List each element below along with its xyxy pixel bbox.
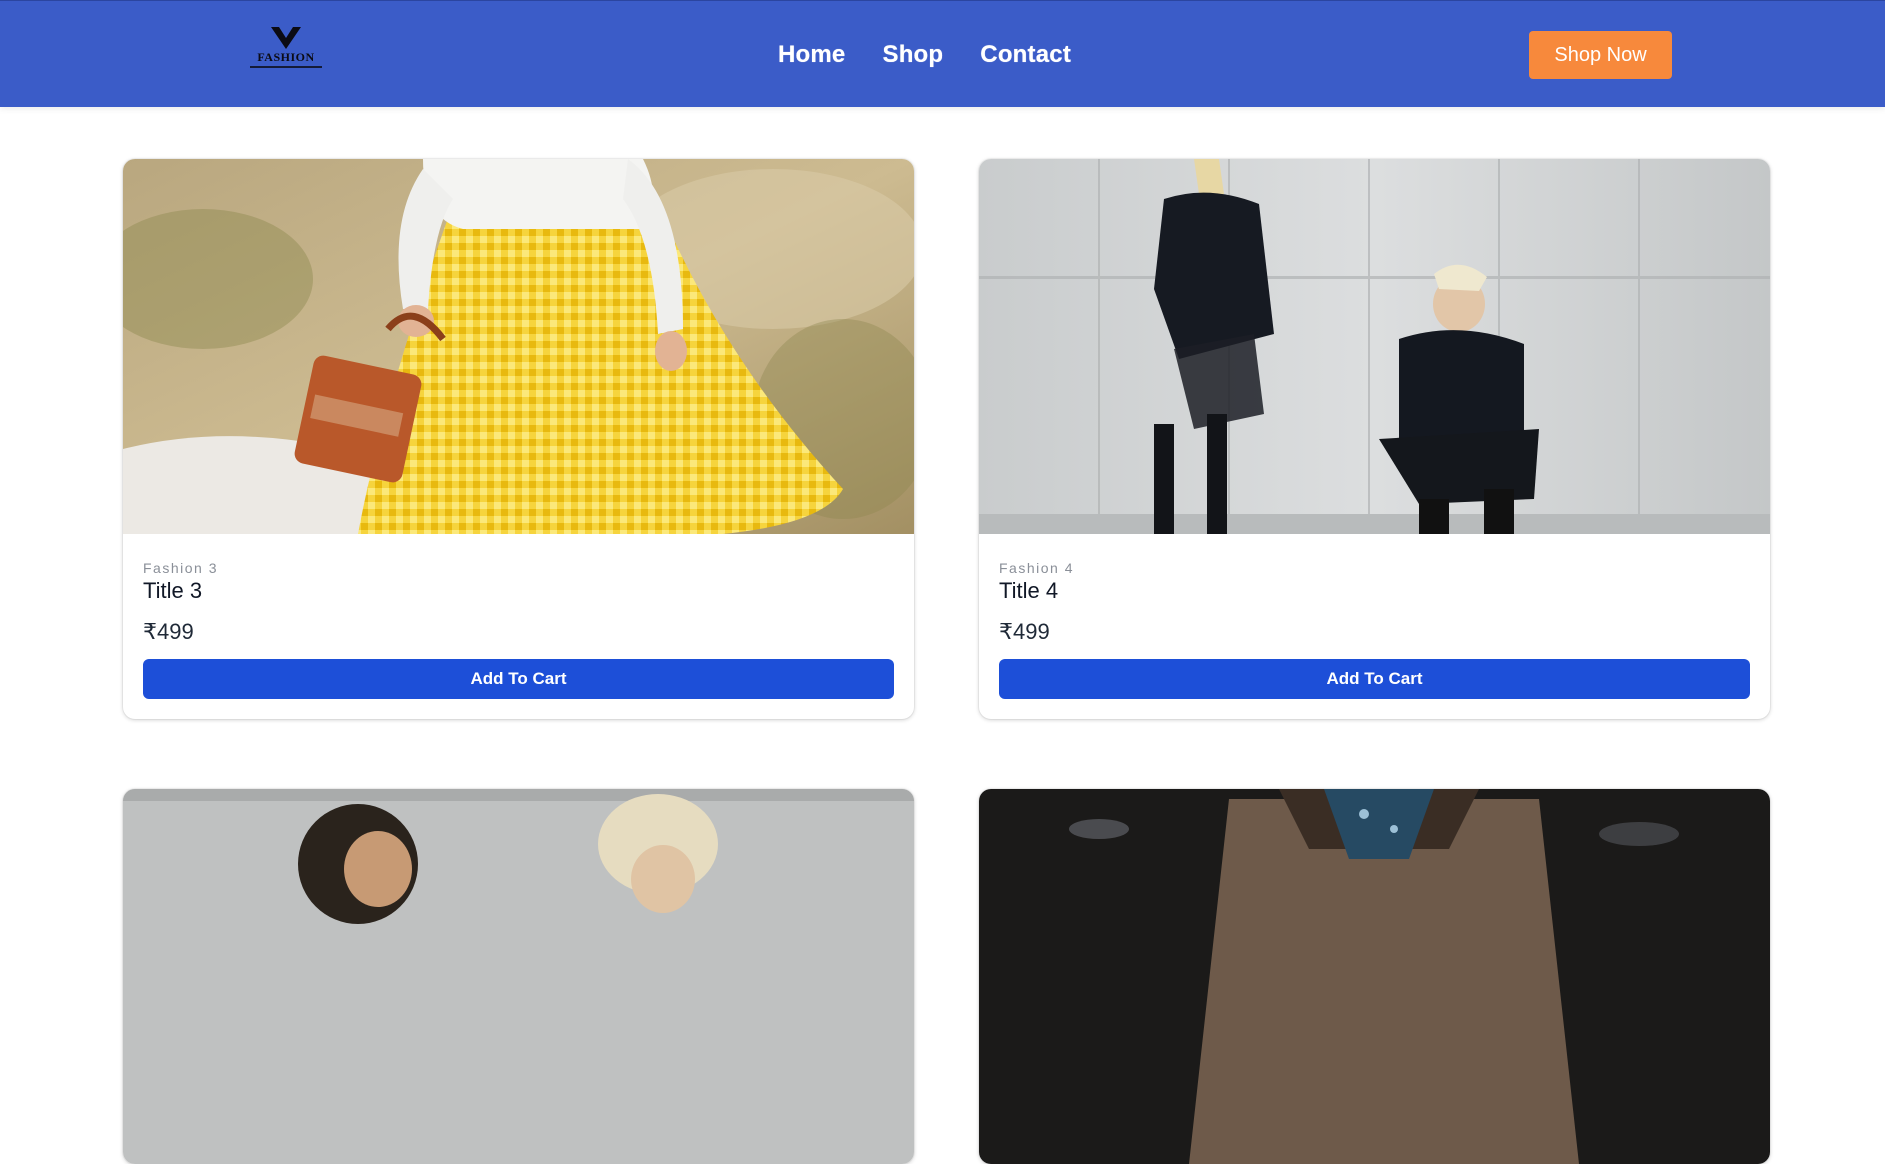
product-image-jacket-scarf[interactable] (979, 789, 1770, 1164)
product-title[interactable]: Title 4 (999, 578, 1750, 604)
logo-mark-icon (271, 27, 301, 49)
logo-underline (250, 66, 322, 68)
brand-logo[interactable]: FASHION (246, 25, 326, 71)
nav-shop-link[interactable]: Shop (882, 41, 943, 69)
site-header: FASHION Home Shop Contact Shop Now (0, 0, 1885, 107)
nav-contact-link[interactable]: Contact (980, 41, 1071, 69)
main-nav: Home Shop Contact (778, 41, 1071, 69)
product-image-yellow-skirt[interactable] (123, 159, 914, 534)
logo-text: FASHION (257, 50, 315, 64)
product-image-concrete-portrait[interactable] (123, 789, 914, 1164)
nav-home-link[interactable]: Home (778, 41, 845, 69)
product-category: Fashion 4 (999, 560, 1074, 576)
product-title[interactable]: Title 3 (143, 578, 894, 604)
add-to-cart-button[interactable]: Add To Cart (999, 659, 1750, 699)
product-card (979, 789, 1770, 1164)
product-price: ₹499 (143, 619, 194, 644)
product-price: ₹499 (999, 619, 1050, 644)
product-card (123, 789, 914, 1164)
product-category: Fashion 3 (143, 560, 218, 576)
add-to-cart-button[interactable]: Add To Cart (143, 659, 894, 699)
product-card: Fashion 4 Title 4 ₹499 Add To Cart (979, 159, 1770, 719)
product-image-black-sweatshirts[interactable] (979, 159, 1770, 534)
product-card: Fashion 3 Title 3 ₹499 Add To Cart (123, 159, 914, 719)
shop-now-button[interactable]: Shop Now (1529, 31, 1672, 79)
